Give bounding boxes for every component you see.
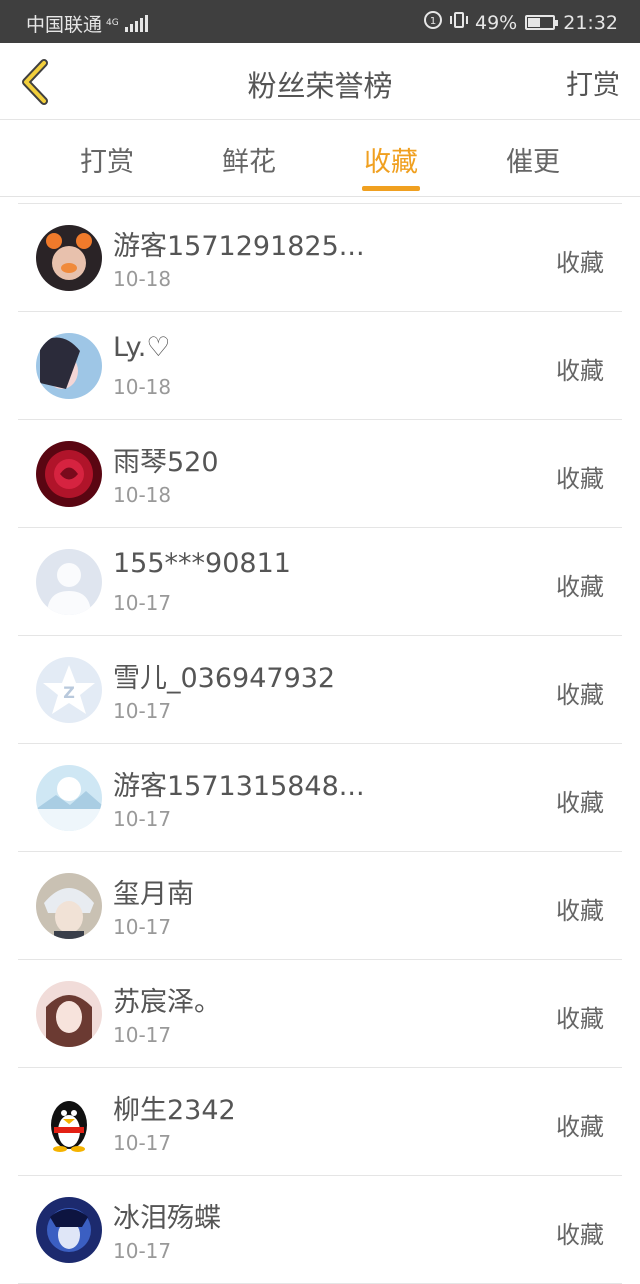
list-item[interactable]: 冰泪殇蝶 10-17 收藏 xyxy=(18,1176,622,1284)
fan-name: 冰泪殇蝶 xyxy=(113,1203,221,1234)
tab-bar: 打赏 鲜花 收藏 催更 xyxy=(0,120,640,197)
svg-text:1: 1 xyxy=(430,16,436,27)
fan-date: 10-17 xyxy=(113,591,172,615)
favorite-label: 收藏 xyxy=(556,1221,604,1249)
list-item[interactable]: 雨琴520 10-18 收藏 xyxy=(18,420,622,528)
list-item[interactable]: 苏宸泽。 10-17 收藏 xyxy=(18,960,622,1068)
fan-name: 155***90811 xyxy=(113,548,291,579)
avatar xyxy=(36,549,102,615)
fan-name: 游客1571315848... xyxy=(113,771,365,802)
avatar xyxy=(36,441,102,507)
favorite-label: 收藏 xyxy=(556,1113,604,1141)
fan-date: 10-18 xyxy=(113,267,172,291)
fan-date: 10-17 xyxy=(113,915,172,939)
fan-name: 雪儿_036947932 xyxy=(113,663,336,694)
avatar xyxy=(36,765,102,831)
avatar xyxy=(36,225,102,291)
favorite-label: 收藏 xyxy=(556,573,604,601)
svg-text:Z: Z xyxy=(63,683,75,702)
fan-name: Ly.♡ xyxy=(113,332,171,363)
avatar xyxy=(36,333,102,399)
header-bar: 粉丝荣誉榜 打赏 xyxy=(0,43,640,120)
clock: 21:32 xyxy=(563,11,618,34)
page-title: 粉丝荣誉榜 xyxy=(247,69,393,103)
favorite-label: 收藏 xyxy=(556,1005,604,1033)
fan-date: 10-17 xyxy=(113,1023,172,1047)
list-item[interactable]: 游客1571315848... 10-17 收藏 xyxy=(18,744,622,852)
list-item[interactable]: 玺月南 10-17 收藏 xyxy=(18,852,622,960)
fan-date: 10-17 xyxy=(113,1239,172,1263)
network-type: 4G xyxy=(106,18,119,28)
fan-name: 雨琴520 xyxy=(113,447,219,478)
fan-name: 玺月南 xyxy=(113,879,194,910)
vibrate-icon xyxy=(449,10,469,35)
favorite-label: 收藏 xyxy=(556,681,604,709)
fan-list: 游客1571291825... 10-18 收藏 Ly.♡ 10-18 收藏 雨… xyxy=(18,199,622,1284)
avatar xyxy=(36,1197,102,1263)
avatar xyxy=(36,1089,102,1155)
list-item[interactable]: 155***90811 10-17 收藏 xyxy=(18,528,622,636)
fan-date: 10-17 xyxy=(113,1131,172,1155)
status-right: 1 49% 21:32 xyxy=(423,10,618,35)
tab-urge-update[interactable]: 催更 xyxy=(473,140,593,179)
fan-name: 苏宸泽。 xyxy=(113,987,221,1018)
list-item[interactable]: 游客1571291825... 10-18 收藏 xyxy=(18,204,622,312)
fan-date: 10-17 xyxy=(113,807,172,831)
tab-flowers[interactable]: 鲜花 xyxy=(189,140,309,179)
fan-name: 游客1571291825... xyxy=(113,231,365,262)
list-item[interactable]: Ly.♡ 10-18 收藏 xyxy=(18,312,622,420)
status-left: 中国联通 4G xyxy=(26,10,148,37)
signal-icon xyxy=(124,14,148,32)
reward-button[interactable]: 打赏 xyxy=(566,63,620,102)
fan-name: 柳生2342 xyxy=(113,1095,236,1126)
favorite-label: 收藏 xyxy=(556,897,604,925)
favorite-label: 收藏 xyxy=(556,249,604,277)
fan-date: 10-18 xyxy=(113,483,172,507)
battery-icon xyxy=(525,15,559,30)
battery-percent: 49% xyxy=(475,11,518,34)
data-saver-icon: 1 xyxy=(423,10,443,35)
active-tab-indicator xyxy=(362,186,420,191)
fan-date: 10-17 xyxy=(113,699,172,723)
favorite-label: 收藏 xyxy=(556,465,604,493)
avatar: Z xyxy=(36,657,102,723)
tab-favorites[interactable]: 收藏 xyxy=(331,140,451,179)
fan-date: 10-18 xyxy=(113,375,172,399)
list-item[interactable]: 柳生2342 10-17 收藏 xyxy=(18,1068,622,1176)
avatar xyxy=(36,981,102,1047)
favorite-label: 收藏 xyxy=(556,789,604,817)
avatar xyxy=(36,873,102,939)
list-item[interactable]: Z 雪儿_036947932 10-17 收藏 xyxy=(18,636,622,744)
carrier-name: 中国联通 xyxy=(26,14,103,36)
tab-reward[interactable]: 打赏 xyxy=(47,140,167,179)
status-bar: 中国联通 4G 1 49% 21:32 xyxy=(0,0,640,43)
favorite-label: 收藏 xyxy=(556,357,604,385)
